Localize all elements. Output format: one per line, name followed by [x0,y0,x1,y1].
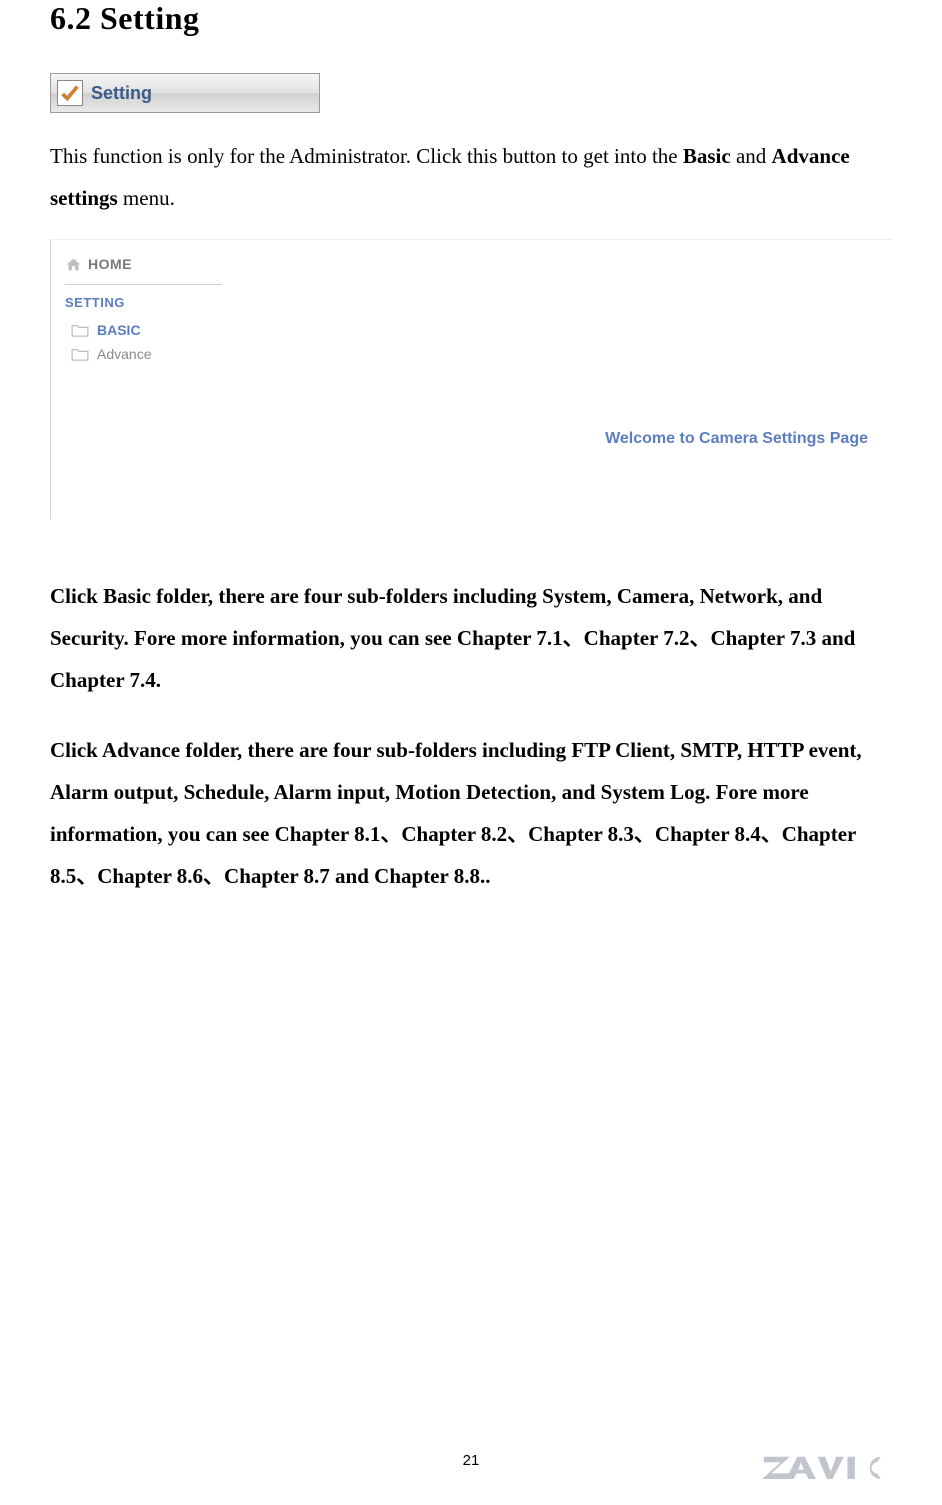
home-icon [65,257,82,272]
home-label: HOME [88,256,132,272]
sidebar-item-home[interactable]: HOME [65,250,222,282]
folder-icon [71,323,89,337]
advance-folder-paragraph: Click Advance folder, there are four sub… [50,729,892,897]
intro-text-2: and [731,144,772,168]
welcome-text: Welcome to Camera Settings Page [605,430,868,448]
intro-text-1: This function is only for the Administra… [50,144,683,168]
folder-icon [71,347,89,361]
sidebar: HOME SETTING BASIC Advance [51,250,236,366]
checkbox-icon [57,80,83,106]
intro-text-3: menu. [118,186,175,210]
settings-page-screenshot: HOME SETTING BASIC Advance Welcome to Ca… [50,239,892,519]
intro-paragraph: This function is only for the Administra… [50,135,892,219]
setting-button-label: Setting [91,83,152,104]
basic-folder-paragraph: Click Basic folder, there are four sub-f… [50,575,892,701]
brand-logo [762,1451,892,1481]
sidebar-section-label: SETTING [65,295,222,310]
divider [65,284,222,285]
setting-button[interactable]: Setting [50,73,320,113]
section-heading: 6.2 Setting [50,0,892,37]
intro-bold-basic: Basic [683,144,731,168]
document-page: 6.2 Setting Setting This function is onl… [0,0,942,1505]
basic-label: BASIC [97,322,141,338]
sidebar-item-basic[interactable]: BASIC [65,318,222,342]
sidebar-item-advance[interactable]: Advance [65,342,222,366]
advance-label: Advance [97,346,151,362]
